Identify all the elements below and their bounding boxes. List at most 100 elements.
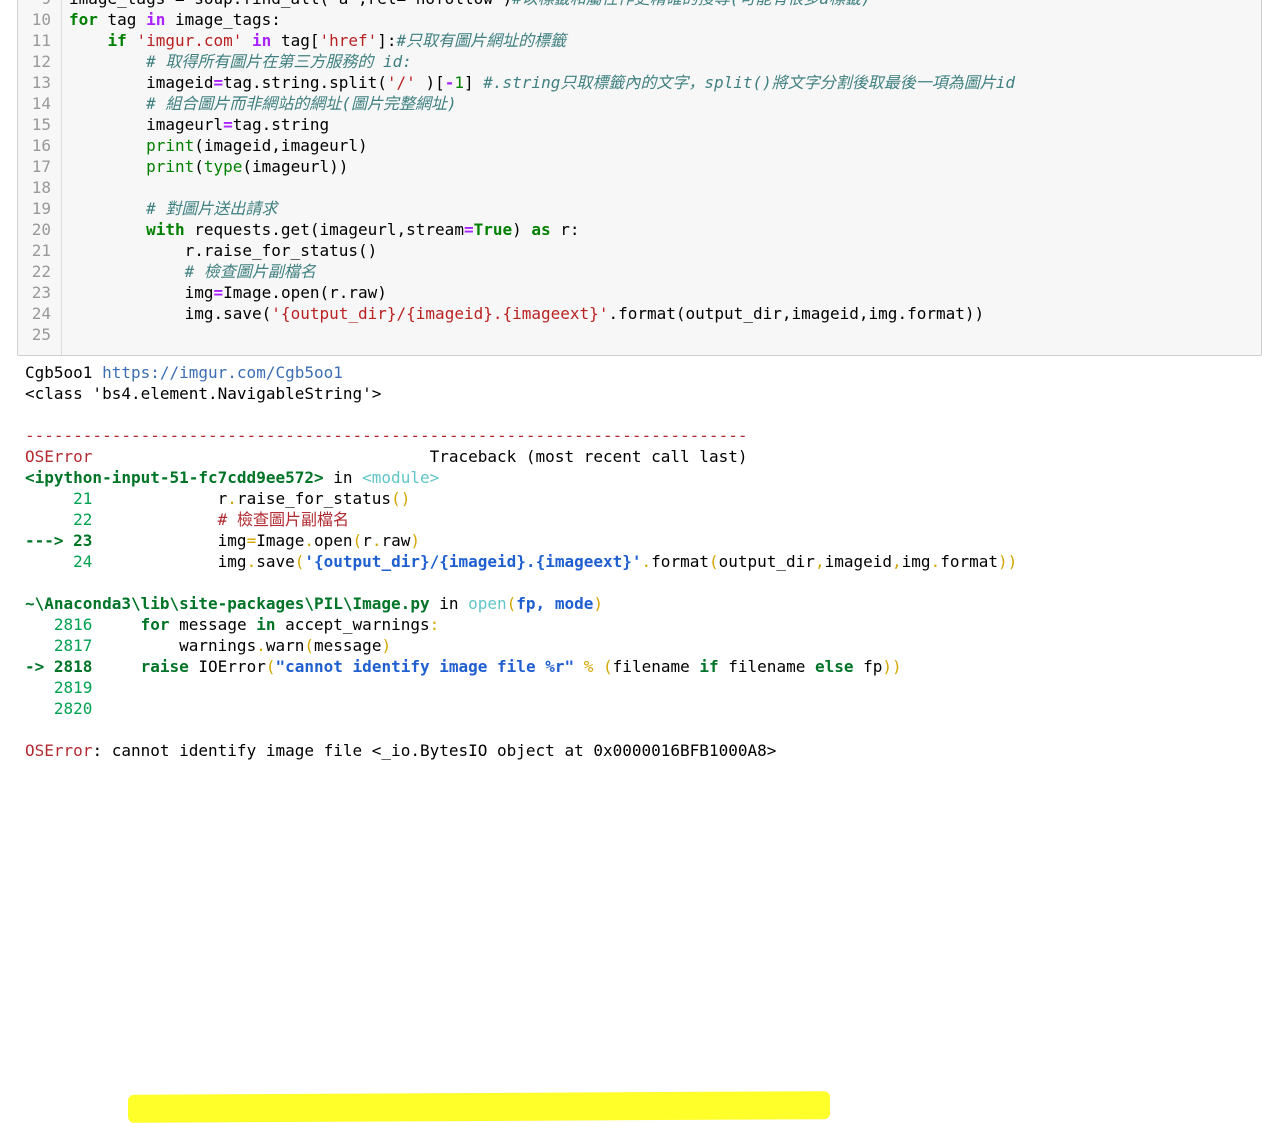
- code-text: print(type(imageurl)): [69, 156, 348, 177]
- line-number: 12: [31, 52, 51, 71]
- code-token: tag.string: [232, 115, 330, 134]
- output-line: ~\Anaconda3\lib\site-packages\PIL\Image.…: [25, 593, 603, 614]
- code-token: 2816: [25, 615, 93, 634]
- code-line: 20 with requests.get(imageurl,stream=Tru…: [18, 219, 1258, 240]
- line-number: 9: [18, 0, 51, 9]
- code-token: ]:: [377, 31, 397, 50]
- output-line: <class 'bs4.element.NavigableString'>: [25, 383, 381, 404]
- code-token: # 檢查圖片副檔名: [217, 510, 349, 529]
- code-token: ): [381, 636, 392, 655]
- code-token: image_tags:: [165, 10, 281, 29]
- line-number: 19: [31, 199, 51, 218]
- code-token: =: [213, 73, 224, 92]
- code-token: 1: [454, 73, 464, 92]
- code-text: for tag in image_tags:: [69, 9, 281, 30]
- cell-output: Cgb5oo1 https://imgur.com/Cgb5oo1 <class …: [25, 362, 1265, 1123]
- code-token: # 組合圖片而非網站的網址(圖片完整網址): [146, 94, 457, 113]
- code-token: .: [227, 489, 237, 508]
- code-token: ,: [814, 552, 825, 571]
- output-line: 21 r.raise_for_status(): [25, 488, 410, 509]
- line-number: 14: [31, 94, 51, 113]
- code-text: # 對圖片送出請求: [69, 198, 277, 219]
- code-token: type: [203, 157, 243, 176]
- code-text: r.raise_for_status(): [69, 240, 378, 261]
- code-input-cell[interactable]: 9 image_tags = soup.find_all('a',rel='nof…: [17, 0, 1262, 356]
- imgur-link[interactable]: https://imgur.com/Cgb5oo1: [102, 363, 343, 382]
- code-token: ]: [464, 73, 484, 92]
- code-token: .: [246, 552, 257, 571]
- code-token: '{output_dir}/{imageid}.{imageext}': [271, 304, 609, 323]
- code-token: ~\Anaconda3\lib\site-packages\PIL\Image.…: [25, 594, 430, 613]
- code-token: #以標籤和屬性作更精確的搜尋(可能有很多a標籤): [512, 0, 871, 8]
- code-token: output_dir: [718, 552, 815, 571]
- code-text: if 'imgur.com' in tag['href']:#只取有圖片網址的標…: [69, 30, 567, 51]
- output-line: Cgb5oo1 https://imgur.com/Cgb5oo1: [25, 362, 343, 383]
- code-token: =: [463, 220, 474, 239]
- code-token: img: [901, 552, 931, 571]
- output-line: 22 # 檢查圖片副檔名: [25, 509, 349, 530]
- code-token: )[: [415, 73, 445, 92]
- code-line: 18: [18, 177, 1258, 198]
- code-line: 23 img=Image.open(r.raw): [18, 282, 1258, 303]
- output-line: OSError Traceback (most recent call last…: [25, 446, 747, 467]
- code-line: 11 if 'imgur.com' in tag['href']:#只取有圖片網…: [18, 30, 1258, 51]
- line-number: 24: [31, 304, 51, 323]
- code-token: filename: [612, 657, 700, 676]
- line-number: 13: [31, 73, 51, 92]
- code-token: warnings: [92, 636, 257, 655]
- code-token: .: [256, 636, 266, 655]
- code-token: : cannot identify image file <_io.BytesI…: [92, 741, 777, 760]
- code-token: ): [593, 594, 603, 613]
- code-token: in: [146, 10, 166, 29]
- code-token: ): [410, 531, 421, 550]
- code-token: message: [169, 615, 257, 634]
- code-token: True: [473, 220, 513, 239]
- code-token: (imageid,imageurl): [194, 136, 368, 155]
- code-token: image_tags = soup.find_all('a',rel='nofo…: [69, 0, 512, 8]
- code-token: =: [213, 283, 224, 302]
- code-token: )): [998, 552, 1018, 571]
- code-text: with requests.get(imageurl,stream=True) …: [69, 219, 580, 240]
- code-token: r: [92, 489, 228, 508]
- code-token: =: [246, 531, 257, 550]
- code-token: img.save(: [69, 304, 272, 323]
- code-token: <ipython-input-51-fc7cdd9ee572>: [25, 468, 324, 487]
- line-number: 21: [31, 241, 51, 260]
- code-token: in: [429, 594, 469, 613]
- code-text: # 組合圖片而非網站的網址(圖片完整網址): [69, 93, 457, 114]
- line-number: 22: [31, 262, 51, 281]
- code-token: message: [314, 636, 382, 655]
- code-line: 17 print(type(imageurl)): [18, 156, 1258, 177]
- line-number: 15: [31, 115, 51, 134]
- line-number: 20: [31, 220, 51, 239]
- code-token: 'imgur.com': [136, 31, 243, 50]
- code-token: (: [304, 636, 315, 655]
- output-line: 2820: [25, 698, 93, 719]
- code-token: #.string只取標籤內的文字，split()將文字分割後取最後一項為圖片id: [483, 73, 1016, 92]
- code-token: (: [352, 531, 363, 550]
- code-token: -> 2818: [25, 657, 93, 676]
- code-line: 22 # 檢查圖片副檔名: [18, 261, 1258, 282]
- code-token: if: [699, 657, 719, 676]
- line-number: 23: [31, 283, 51, 302]
- code-token: ,: [892, 552, 902, 571]
- code-token: ----------------------------------------…: [25, 426, 748, 445]
- code-token: Image.open(r.raw): [223, 283, 387, 302]
- code-token: #只取有圖片網址的標籤: [396, 31, 567, 50]
- code-token: IOError: [188, 657, 266, 676]
- code-token: filename: [718, 657, 815, 676]
- output-line: OSError: cannot identify image file <_io…: [25, 740, 776, 761]
- code-line: 10 for tag in image_tags:: [18, 9, 1258, 30]
- code-token: for: [140, 615, 170, 634]
- code-token: open: [468, 594, 507, 613]
- code-token: with: [146, 220, 185, 239]
- code-token: tag: [97, 10, 147, 29]
- code-token: r:: [550, 220, 580, 239]
- code-token: r: [362, 531, 372, 550]
